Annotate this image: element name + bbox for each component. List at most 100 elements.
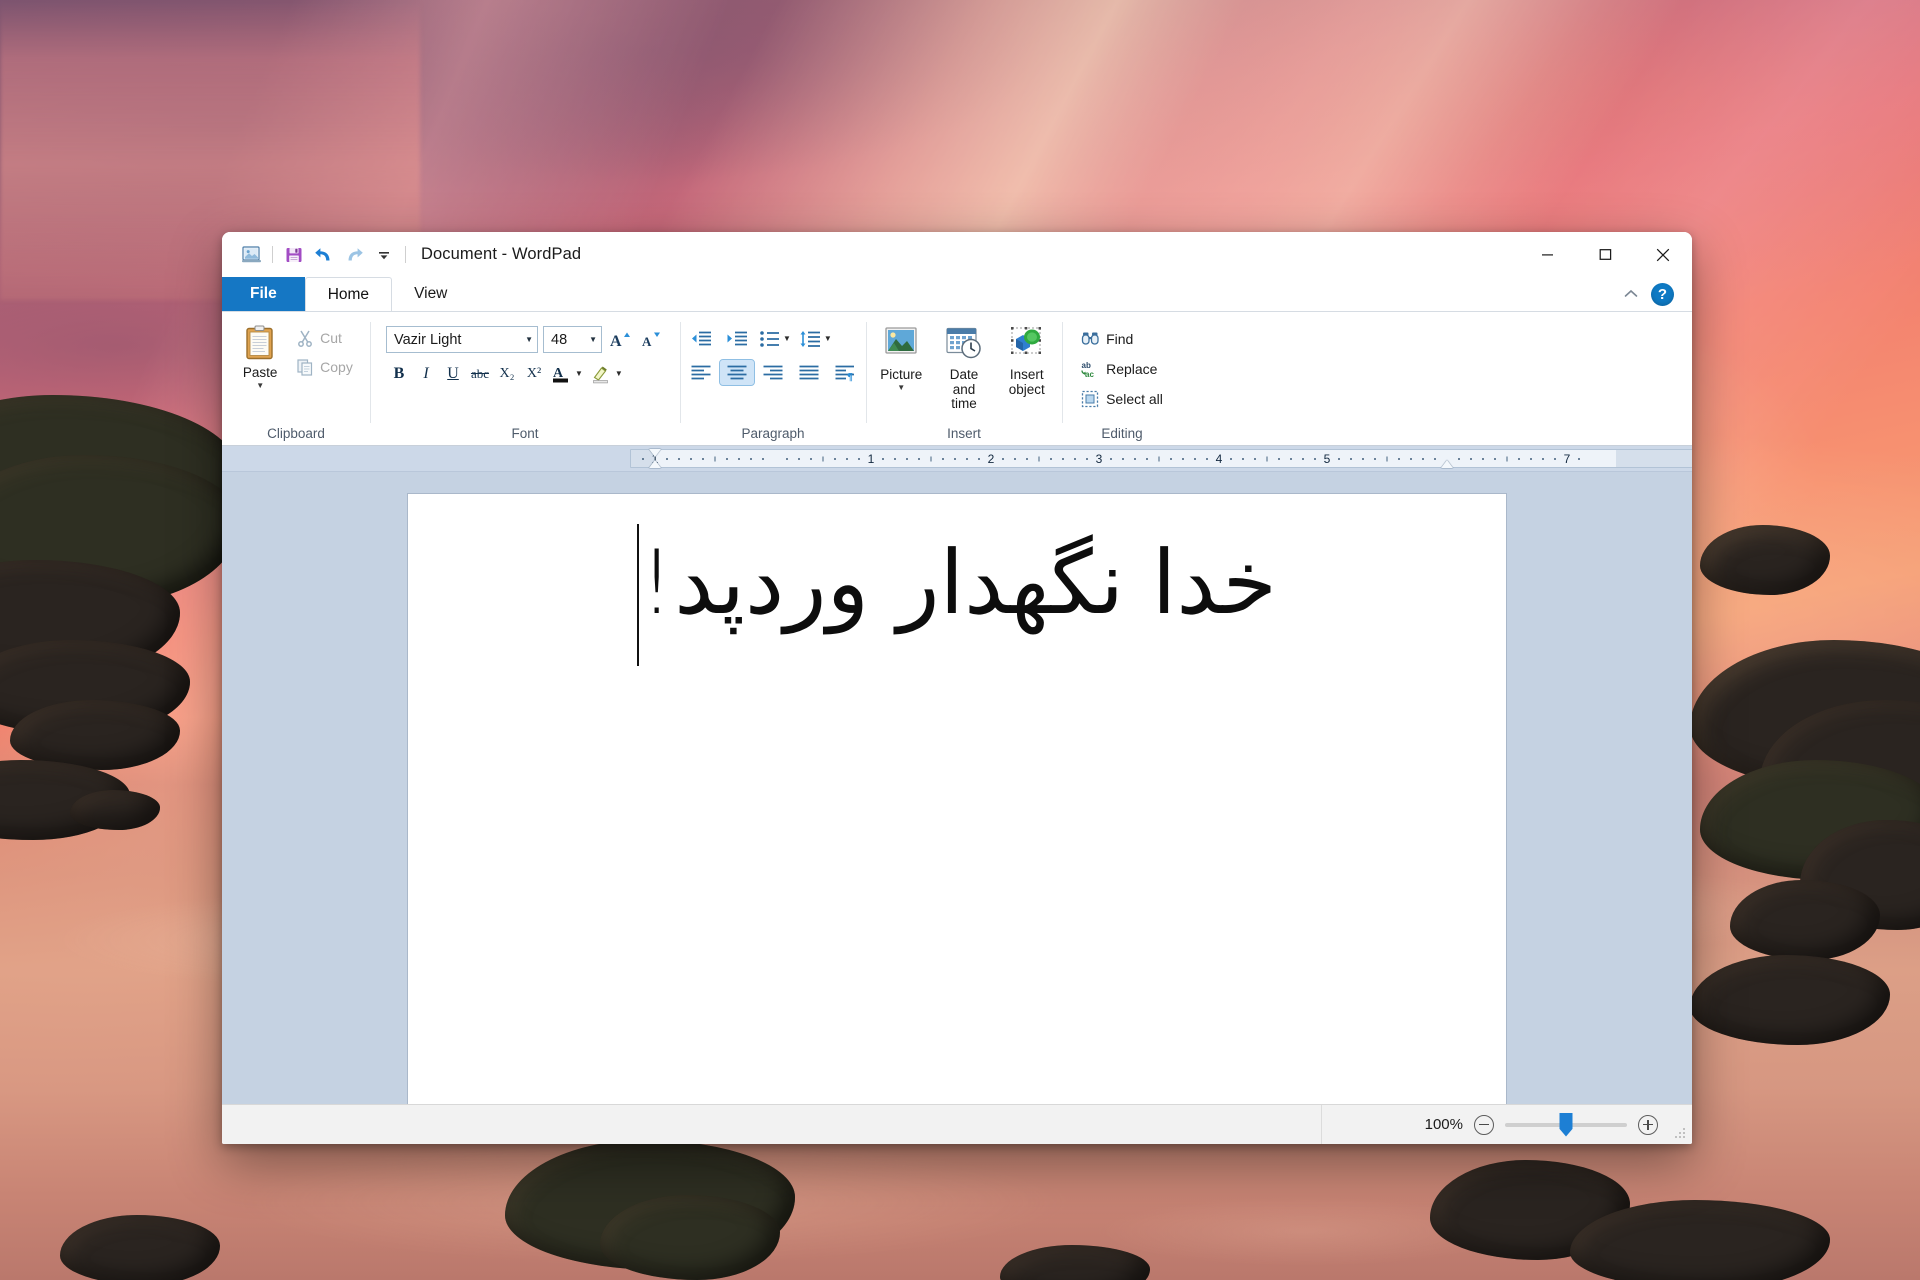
grow-font-button[interactable]: A [607,327,633,352]
ribbon-tools: ? [1623,277,1682,311]
paste-button[interactable]: Paste ▼ [233,320,287,391]
zoom-slider[interactable] [1505,1112,1627,1137]
picture-dropdown-icon[interactable]: ▼ [897,383,905,392]
line-spacing-dropdown-icon[interactable]: ▼ [823,334,836,343]
text-color-dropdown-icon[interactable]: ▼ [574,369,587,378]
resize-grip[interactable] [1673,1126,1687,1140]
ribbon-group-font: Vazir Light ▼ 48 ▼ A A B I U abc X₂ X² A… [370,316,680,445]
zoom-percent: 100% [1424,1116,1463,1133]
font-size-combo[interactable]: 48 ▼ [543,326,602,353]
tab-home[interactable]: Home [304,277,393,311]
svg-text:A: A [610,333,622,350]
right-indent-marker[interactable] [1441,460,1453,468]
shrink-font-button[interactable]: A [638,327,664,352]
zoom-out-button[interactable] [1474,1114,1494,1135]
replace-button[interactable]: ab ac Replace [1075,356,1163,381]
select-all-button[interactable]: Select all [1075,386,1169,411]
undo-icon[interactable] [309,240,339,270]
insert-object-label-line1: Insert [1009,367,1044,382]
font-size-value: 48 [551,331,568,348]
align-right-button[interactable] [756,360,790,385]
wallpaper-rock [1730,880,1880,960]
align-left-button[interactable] [684,360,718,385]
date-and-time-button[interactable]: Date and time [932,322,997,413]
minimize-button[interactable] [1518,232,1576,277]
help-icon[interactable]: ? [1651,282,1674,306]
paste-dropdown-icon[interactable]: ▼ [256,381,264,390]
zoom-in-button[interactable] [1638,1114,1658,1135]
save-icon[interactable] [279,240,309,270]
font-name-dropdown-icon[interactable]: ▼ [519,335,533,344]
italic-glyph: I [423,364,429,382]
close-button[interactable] [1634,232,1692,277]
svg-text:¶: ¶ [847,371,853,382]
copy-button[interactable]: Copy [290,354,359,379]
window-title: Document - WordPad [421,245,582,263]
wallpaper-rock [60,1215,220,1280]
first-line-indent-marker[interactable] [649,449,661,457]
text-color-split[interactable]: A ▼ [548,361,587,386]
find-button[interactable]: Find [1075,326,1139,351]
underline-glyph: U [447,364,459,382]
insert-object-button[interactable]: Insert object [999,322,1054,398]
ruler-bar: 1 1 2 3 4 5 7 [222,446,1692,472]
document-paragraph[interactable]: خدا نگهدار وردپد! [408,522,1506,666]
qat-divider [272,246,273,263]
justify-button[interactable] [792,360,826,385]
line-spacing-split[interactable]: ▼ [797,326,836,351]
document-page[interactable]: خدا نگهدار وردپد! [408,494,1506,1104]
status-bar: 100% [222,1104,1692,1144]
subscript-button[interactable]: X₂ [494,361,520,386]
date-time-label-line2: time [951,396,977,412]
wordpad-app-icon[interactable] [236,240,266,270]
replace-label: Replace [1106,360,1158,377]
tab-view[interactable]: View [392,277,469,311]
title-bar[interactable]: Document - WordPad [222,232,1692,277]
bold-glyph: B [393,364,405,382]
ruler-number: 4 [1215,451,1223,466]
document-text[interactable]: خدا نگهدار وردپد! [639,522,1277,643]
highlight-dropdown-icon[interactable]: ▼ [614,369,627,378]
line-spacing-button[interactable] [797,326,823,351]
zoom-controls: 100% [1419,1112,1692,1137]
hanging-indent-marker[interactable] [649,460,661,468]
customize-qat-icon[interactable] [369,240,399,270]
decrease-indent-button[interactable] [684,326,718,351]
superscript-glyph: X² [526,365,542,381]
bullets-dropdown-icon[interactable]: ▼ [782,334,795,343]
italic-button[interactable]: I [413,361,439,386]
increase-indent-button[interactable] [720,326,754,351]
bold-button[interactable]: B [386,361,412,386]
superscript-button[interactable]: X² [521,361,547,386]
ruler-number: 3 [1095,451,1103,466]
document-canvas: خدا نگهدار وردپد! [222,472,1692,1104]
wallpaper-rock [1700,525,1830,595]
highlight-split[interactable]: ▼ [588,361,627,386]
highlight-button[interactable] [588,361,614,386]
font-size-dropdown-icon[interactable]: ▼ [583,335,597,344]
bullets-split[interactable]: ▼ [756,326,795,351]
cut-button[interactable]: Cut [290,325,359,350]
svg-text:ac: ac [1085,370,1094,378]
bullets-button[interactable] [756,326,782,351]
redo-icon[interactable] [339,240,369,270]
ruler[interactable]: 1 1 2 3 4 5 7 [630,449,1692,468]
collapse-ribbon-icon[interactable] [1623,288,1639,301]
svg-text:A: A [642,334,652,349]
maximize-button[interactable] [1576,232,1634,277]
tab-file[interactable]: File [222,277,305,311]
ruler-number: 7 [1563,451,1571,466]
align-center-button[interactable] [719,359,755,386]
strikethrough-button[interactable]: abc [467,361,493,386]
text-color-button[interactable]: A [548,361,574,386]
underline-button[interactable]: U [440,361,466,386]
font-name-combo[interactable]: Vazir Light ▼ [386,326,538,353]
wallpaper-rock [600,1195,780,1280]
title-divider [405,246,406,263]
ribbon-tab-strip: File Home View ? [222,277,1692,311]
picture-button[interactable]: Picture ▼ [874,322,929,393]
paragraph-settings-button[interactable]: ¶ [828,360,862,385]
status-bar-left [222,1105,1322,1144]
ruler-ticks: 1 1 2 3 4 5 7 [631,450,1692,467]
zoom-slider-thumb[interactable] [1559,1112,1573,1137]
